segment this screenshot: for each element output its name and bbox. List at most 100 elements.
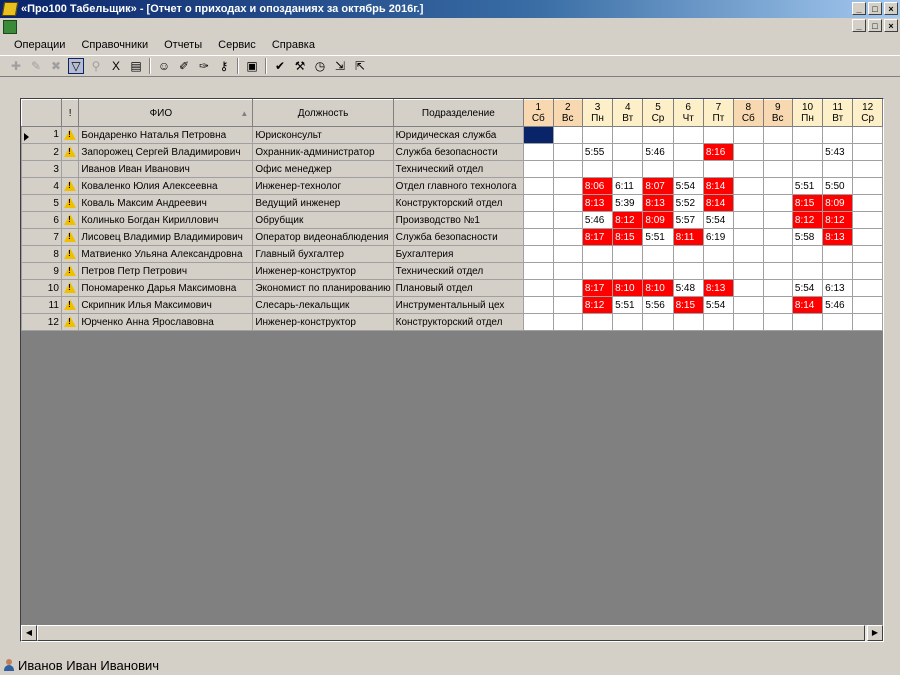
warning-cell[interactable] bbox=[60, 245, 80, 263]
arrival-time-cell[interactable] bbox=[852, 228, 883, 246]
menu-reports[interactable]: Отчеты bbox=[156, 39, 210, 51]
arrival-time-cell[interactable] bbox=[791, 160, 824, 178]
row-number-cell[interactable]: 11 bbox=[21, 296, 62, 314]
position-cell[interactable]: Юрисконсульт bbox=[252, 126, 394, 144]
arrival-time-cell[interactable] bbox=[523, 211, 554, 229]
fio-cell[interactable]: Матвиенко Ульяна Александровна bbox=[78, 245, 254, 263]
warning-cell[interactable] bbox=[60, 296, 80, 314]
day-header[interactable]: 6 Чт bbox=[672, 99, 704, 127]
minimize-button[interactable]: _ bbox=[852, 2, 866, 15]
edit-icon[interactable]: ✎ bbox=[28, 58, 44, 74]
late-arrival-cell[interactable]: 8:10 bbox=[612, 279, 644, 297]
import-icon[interactable]: ⇲ bbox=[332, 58, 348, 74]
arrival-time-cell[interactable] bbox=[612, 126, 644, 144]
day-header[interactable]: 5 Ср bbox=[642, 99, 674, 127]
day-header[interactable]: 8 Сб bbox=[733, 99, 764, 127]
scroll-right-button[interactable]: ▶ bbox=[867, 625, 883, 641]
late-arrival-cell[interactable]: 8:13 bbox=[822, 228, 854, 246]
late-arrival-cell[interactable]: 8:12 bbox=[791, 211, 824, 229]
arrival-time-cell[interactable] bbox=[552, 228, 583, 246]
department-cell[interactable]: Технический отдел bbox=[392, 262, 525, 280]
child-close-button[interactable]: × bbox=[884, 19, 898, 32]
fio-header[interactable]: ФИО ▲ bbox=[78, 99, 254, 127]
arrival-time-cell[interactable] bbox=[733, 177, 764, 195]
late-arrival-cell[interactable]: 8:15 bbox=[672, 296, 704, 314]
warning-cell[interactable] bbox=[60, 143, 80, 161]
horizontal-scrollbar[interactable]: ◀ ▶ bbox=[21, 625, 883, 641]
fio-cell[interactable]: Коваленко Юлия Алексеевна bbox=[78, 177, 254, 195]
warning-cell[interactable] bbox=[60, 279, 80, 297]
arrival-time-cell[interactable] bbox=[762, 160, 793, 178]
position-cell[interactable]: Офис менеджер bbox=[252, 160, 394, 178]
arrival-time-cell[interactable] bbox=[523, 245, 554, 263]
maximize-button[interactable]: □ bbox=[868, 2, 882, 15]
arrival-time-cell[interactable] bbox=[733, 211, 764, 229]
warning-cell[interactable] bbox=[60, 194, 80, 212]
close-button[interactable]: × bbox=[884, 2, 898, 15]
department-cell[interactable]: Отдел главного технолога bbox=[392, 177, 525, 195]
day-header[interactable]: 12 Ср bbox=[852, 99, 883, 127]
arrival-time-cell[interactable] bbox=[672, 143, 704, 161]
arrival-time-cell[interactable]: 5:46 bbox=[581, 211, 614, 229]
arrival-time-cell[interactable] bbox=[642, 245, 674, 263]
arrival-time-cell[interactable] bbox=[523, 313, 554, 331]
position-cell[interactable]: Инженер-технолог bbox=[252, 177, 394, 195]
arrival-time-cell[interactable] bbox=[852, 262, 883, 280]
department-cell[interactable]: Служба безопасности bbox=[392, 143, 525, 161]
table-row[interactable]: 10 Пономаренко Дарья МаксимовнаЭкономист … bbox=[21, 279, 883, 297]
arrival-time-cell[interactable] bbox=[523, 194, 554, 212]
row-number-cell[interactable]: 10 bbox=[21, 279, 62, 297]
position-header[interactable]: Должность bbox=[252, 99, 394, 127]
arrival-time-cell[interactable] bbox=[612, 262, 644, 280]
fio-cell[interactable]: Бондаренко Наталья Петровна bbox=[78, 126, 254, 144]
table-row[interactable]: 7 Лисовец Владимир ВладимировичОператор в… bbox=[21, 228, 883, 246]
arrival-time-cell[interactable] bbox=[552, 313, 583, 331]
arrival-time-cell[interactable] bbox=[612, 313, 644, 331]
position-cell[interactable]: Оператор видеонаблюдения bbox=[252, 228, 394, 246]
late-arrival-cell[interactable]: 8:13 bbox=[642, 194, 674, 212]
arrival-time-cell[interactable] bbox=[552, 160, 583, 178]
row-number-cell[interactable]: 9 bbox=[21, 262, 62, 280]
arrival-time-cell[interactable] bbox=[791, 262, 824, 280]
fio-cell[interactable]: Иванов Иван Иванович bbox=[78, 160, 254, 178]
arrival-time-cell[interactable] bbox=[852, 313, 883, 331]
export-icon[interactable]: ⇱ bbox=[352, 58, 368, 74]
arrival-time-cell[interactable] bbox=[733, 313, 764, 331]
arrival-time-cell[interactable] bbox=[791, 245, 824, 263]
arrival-time-cell[interactable] bbox=[852, 160, 883, 178]
arrival-time-cell[interactable] bbox=[762, 177, 793, 195]
day-header[interactable]: 2 Вс bbox=[552, 99, 583, 127]
department-header[interactable]: Подразделение bbox=[392, 99, 525, 127]
day-header[interactable]: 10 Пн bbox=[791, 99, 824, 127]
table-row[interactable]: 9 Петров Петр ПетровичИнженер-конструктор… bbox=[21, 262, 883, 280]
late-arrival-cell[interactable]: 8:14 bbox=[702, 194, 735, 212]
arrival-time-cell[interactable] bbox=[822, 160, 854, 178]
scroll-left-button[interactable]: ◀ bbox=[21, 625, 37, 641]
position-cell[interactable]: Слесарь-лекальщик bbox=[252, 296, 394, 314]
arrival-time-cell[interactable] bbox=[822, 262, 854, 280]
position-cell[interactable]: Инженер-конструктор bbox=[252, 313, 394, 331]
arrival-time-cell[interactable] bbox=[523, 126, 554, 144]
department-cell[interactable]: Юридическая служба bbox=[392, 126, 525, 144]
arrival-time-cell[interactable]: 5:57 bbox=[672, 211, 704, 229]
arrival-time-cell[interactable] bbox=[791, 143, 824, 161]
warning-cell[interactable] bbox=[60, 313, 80, 331]
columns-icon[interactable]: ▤ bbox=[128, 58, 144, 74]
arrival-time-cell[interactable] bbox=[762, 262, 793, 280]
fio-cell[interactable]: Лисовец Владимир Владимирович bbox=[78, 228, 254, 246]
report-icon[interactable]: ▣ bbox=[244, 58, 260, 74]
child-window-icon[interactable] bbox=[3, 20, 17, 34]
department-cell[interactable]: Конструкторский отдел bbox=[392, 194, 525, 212]
arrival-time-cell[interactable] bbox=[642, 126, 674, 144]
arrival-time-cell[interactable] bbox=[642, 313, 674, 331]
scroll-thumb[interactable] bbox=[37, 625, 865, 641]
arrival-time-cell[interactable] bbox=[523, 143, 554, 161]
row-number-cell[interactable]: 12 bbox=[21, 313, 62, 331]
position-cell[interactable]: Обрубщик bbox=[252, 211, 394, 229]
link-icon[interactable]: ⚲ bbox=[88, 58, 104, 74]
late-arrival-cell[interactable]: 8:10 bbox=[642, 279, 674, 297]
fio-cell[interactable]: Запорожец Сергей Владимирович bbox=[78, 143, 254, 161]
late-arrival-cell[interactable]: 8:12 bbox=[581, 296, 614, 314]
department-cell[interactable]: Конструкторский отдел bbox=[392, 313, 525, 331]
table-row[interactable]: 4 Коваленко Юлия АлексеевнаИнженер-технол… bbox=[21, 177, 883, 195]
